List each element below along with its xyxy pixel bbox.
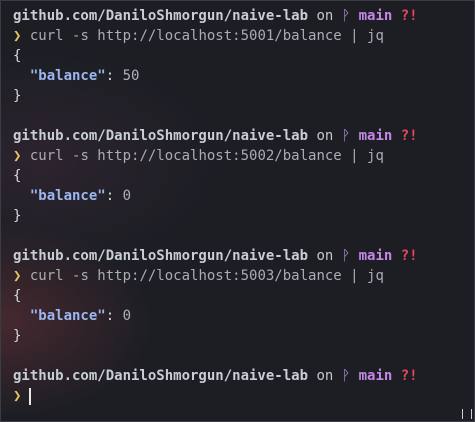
- repo-path: github.com/DaniloShmorgun/naive-lab: [13, 8, 309, 24]
- prompt-line: github.com/DaniloShmorgun/naive-lab on ᚹ…: [1, 246, 474, 266]
- prompt-chevron-icon: ❯: [13, 28, 22, 44]
- input-line[interactable]: ❯: [1, 386, 474, 406]
- git-status: ?!: [400, 368, 418, 384]
- json-key: "balance": [29, 68, 106, 84]
- git-status: ?!: [400, 248, 418, 264]
- command-line: ❯ curl -s http://localhost:5003/balance …: [1, 266, 474, 286]
- repo-path: github.com/DaniloShmorgun/naive-lab: [13, 368, 309, 384]
- output-line: {: [1, 286, 474, 306]
- command-line: ❯ curl -s http://localhost:5001/balance …: [1, 26, 474, 46]
- terminal-window[interactable]: github.com/DaniloShmorgun/naive-lab on ᚹ…: [0, 0, 475, 422]
- json-close-brace: }: [13, 88, 22, 104]
- prompt-chevron-icon: ❯: [13, 388, 22, 404]
- on-label: on: [316, 248, 334, 264]
- json-close-brace: }: [13, 208, 22, 224]
- output-line: "balance": 0: [1, 186, 474, 206]
- on-label: on: [316, 368, 334, 384]
- repo-path: github.com/DaniloShmorgun/naive-lab: [13, 128, 309, 144]
- output-line: "balance": 50: [1, 66, 474, 86]
- prompt-line: github.com/DaniloShmorgun/naive-lab on ᚹ…: [1, 126, 474, 146]
- json-close-brace: }: [13, 328, 22, 344]
- output-line: }: [1, 206, 474, 226]
- prompt-chevron-icon: ❯: [13, 268, 22, 284]
- json-colon: :: [105, 188, 123, 204]
- json-open-brace: {: [13, 48, 22, 64]
- prompt-line: github.com/DaniloShmorgun/naive-lab on ᚹ…: [1, 6, 474, 26]
- output-line: {: [1, 46, 474, 66]
- json-colon: :: [105, 68, 123, 84]
- output-line: }: [1, 326, 474, 346]
- on-label: on: [316, 8, 334, 24]
- command-text: curl -s http://localhost:5003/balance | …: [29, 268, 384, 284]
- text-cursor[interactable]: [29, 387, 32, 405]
- repo-path: github.com/DaniloShmorgun/naive-lab: [13, 248, 309, 264]
- command-text: curl -s http://localhost:5002/balance | …: [29, 148, 384, 164]
- prompt-line: github.com/DaniloShmorgun/naive-lab on ᚹ…: [1, 366, 474, 386]
- json-colon: :: [105, 308, 123, 324]
- resize-handle-icon[interactable]: [462, 409, 472, 419]
- command-text: curl -s http://localhost:5001/balance | …: [29, 28, 384, 44]
- git-status: ?!: [400, 128, 418, 144]
- output-line: "balance": 0: [1, 306, 474, 326]
- prompt-chevron-icon: ❯: [13, 148, 22, 164]
- json-key: "balance": [29, 308, 106, 324]
- command-line: ❯ curl -s http://localhost:5002/balance …: [1, 146, 474, 166]
- on-label: on: [316, 128, 334, 144]
- json-value: 0: [122, 308, 132, 324]
- json-open-brace: {: [13, 168, 22, 184]
- git-branch-icon: ᚹ: [341, 248, 351, 264]
- json-open-brace: {: [13, 288, 22, 304]
- branch-name: main: [358, 368, 393, 384]
- git-branch-icon: ᚹ: [341, 128, 351, 144]
- branch-name: main: [358, 248, 393, 264]
- branch-name: main: [358, 128, 393, 144]
- branch-name: main: [358, 8, 393, 24]
- git-status: ?!: [400, 8, 418, 24]
- json-key: "balance": [29, 188, 106, 204]
- json-value: 50: [122, 68, 140, 84]
- json-value: 0: [122, 188, 132, 204]
- output-line: {: [1, 166, 474, 186]
- git-branch-icon: ᚹ: [341, 368, 351, 384]
- output-line: }: [1, 86, 474, 106]
- git-branch-icon: ᚹ: [341, 8, 351, 24]
